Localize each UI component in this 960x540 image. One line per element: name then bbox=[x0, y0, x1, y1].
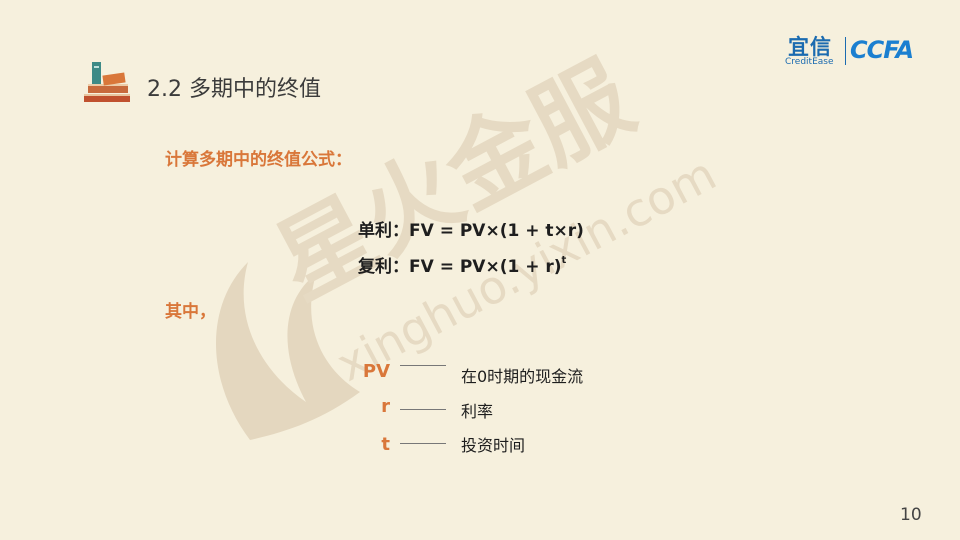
definition-symbol: r bbox=[381, 396, 390, 417]
simple-interest-expression: FV = PV×(1 + t×r) bbox=[409, 221, 584, 241]
books-icon bbox=[84, 62, 130, 102]
definition-row: r 利率 bbox=[330, 396, 650, 422]
formula-heading: 计算多期中的终值公式： bbox=[165, 150, 352, 170]
simple-interest-formula: 单利：FV = PV×(1 + t×r) bbox=[358, 216, 584, 241]
definition-connector bbox=[400, 409, 446, 410]
definition-description: 在0时期的现金流 bbox=[461, 367, 584, 386]
definition-symbol: t bbox=[381, 434, 390, 455]
compound-interest-expression: FV = PV×(1 + r) bbox=[409, 257, 562, 277]
yixin-logo-en: CreditEase bbox=[785, 57, 834, 67]
slide: 星火金服 xinghuo.yixin.com 宜信 CreditEase CCF… bbox=[0, 0, 960, 540]
definition-connector bbox=[400, 443, 446, 444]
compound-interest-exponent: t bbox=[561, 255, 567, 267]
page-title: 2.2 多期中的终值 bbox=[147, 77, 321, 102]
compound-interest-label: 复利： bbox=[358, 257, 409, 277]
definition-description: 利率 bbox=[461, 402, 494, 421]
logo-divider bbox=[845, 37, 846, 65]
ccfa-logo: CCFA bbox=[850, 36, 914, 64]
simple-interest-label: 单利： bbox=[358, 221, 409, 241]
definition-row: t 投资时间 bbox=[330, 430, 650, 456]
definition-description: 投资时间 bbox=[461, 436, 526, 455]
yixin-logo: 宜信 CreditEase bbox=[778, 33, 842, 69]
where-label: 其中， bbox=[165, 302, 216, 322]
page-number: 10 bbox=[900, 505, 922, 525]
compound-interest-formula: 复利：FV = PV×(1 + r)t bbox=[358, 252, 566, 277]
definition-row: PV 在0时期的现金流 bbox=[330, 361, 650, 387]
definition-connector bbox=[400, 365, 446, 366]
definition-symbol: PV bbox=[362, 361, 390, 382]
